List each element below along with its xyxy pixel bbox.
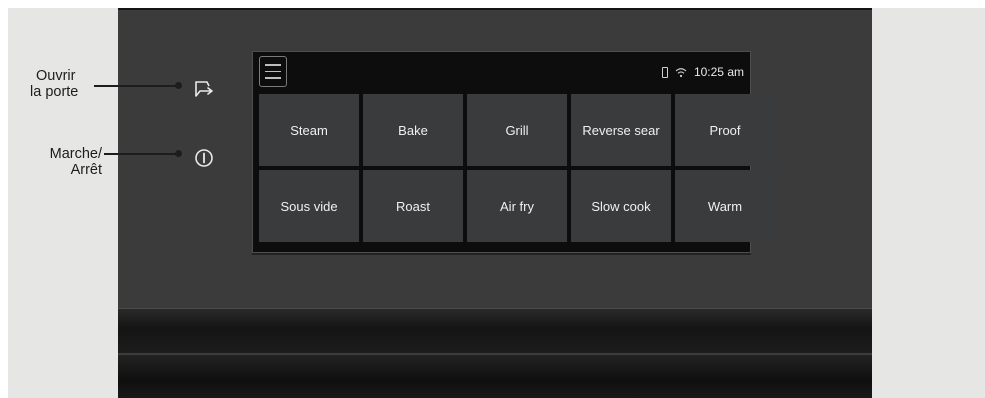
status-bar: 10:25 am [253, 52, 750, 92]
oven-door-handle-lower [118, 354, 872, 398]
wifi-icon [675, 67, 687, 77]
power-leader-dot [175, 150, 182, 157]
menu-button[interactable] [259, 56, 287, 87]
mode-tile-sous-vide[interactable]: Sous vide [259, 170, 359, 242]
panel-top-rim [118, 8, 872, 10]
open-door-label-line2: la porte [30, 84, 79, 100]
mode-tile-grill[interactable]: Grill [467, 94, 567, 166]
status-indicators: 10:25 am [661, 52, 744, 92]
power-label-line1: Marche/ [49, 146, 102, 162]
mode-tile-steam[interactable]: Steam [259, 94, 359, 166]
open-door-label-line1: Ouvrir [36, 68, 76, 84]
mode-tile-warm[interactable]: Warm [675, 170, 775, 242]
open-door-callout: Ouvrir la porte [30, 68, 78, 100]
open-door-leader-line [94, 85, 178, 87]
mode-tile-bake[interactable]: Bake [363, 94, 463, 166]
mode-tile-air-fry[interactable]: Air fry [467, 170, 567, 242]
mode-tile-proof[interactable]: Proof [675, 94, 775, 166]
power-callout: Marche/ Arrêt [36, 146, 102, 178]
power-leader-line [104, 153, 178, 155]
mode-tile-reverse-sear[interactable]: Reverse sear [571, 94, 671, 166]
cooking-mode-grid: Steam Bake Grill Reverse sear Proof Sous… [259, 94, 775, 244]
oven-door-handle-upper [118, 308, 872, 353]
open-door-leader-dot [175, 82, 182, 89]
phone-icon [661, 66, 668, 78]
hamburger-menu-icon [265, 64, 281, 66]
mode-tile-roast[interactable]: Roast [363, 170, 463, 242]
touchscreen-display: 10:25 am Steam Bake Grill Reverse sear P… [252, 51, 775, 253]
door-open-icon[interactable] [194, 80, 214, 98]
clock-time: 10:25 am [693, 65, 744, 79]
power-label-line2: Arrêt [70, 162, 102, 178]
power-icon[interactable] [194, 148, 214, 168]
mode-tile-slow-cook[interactable]: Slow cook [571, 170, 671, 242]
